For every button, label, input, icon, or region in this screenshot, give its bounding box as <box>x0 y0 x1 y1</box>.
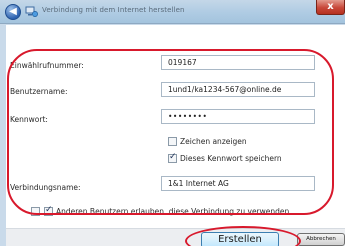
back-arrow-icon[interactable]: ◀ <box>5 4 21 20</box>
window-title: Verbindung mit dem Internet herstellen <box>42 6 185 14</box>
dialog-window: ◀ Verbindung mit dem Internet herstellen… <box>0 0 345 246</box>
annotation-oval-form <box>7 49 334 215</box>
network-connection-icon <box>25 6 38 17</box>
title-bar: ◀ Verbindung mit dem Internet herstellen… <box>0 0 345 24</box>
cancel-button[interactable]: Abbrechen <box>297 233 345 246</box>
close-button[interactable]: x <box>316 0 345 15</box>
